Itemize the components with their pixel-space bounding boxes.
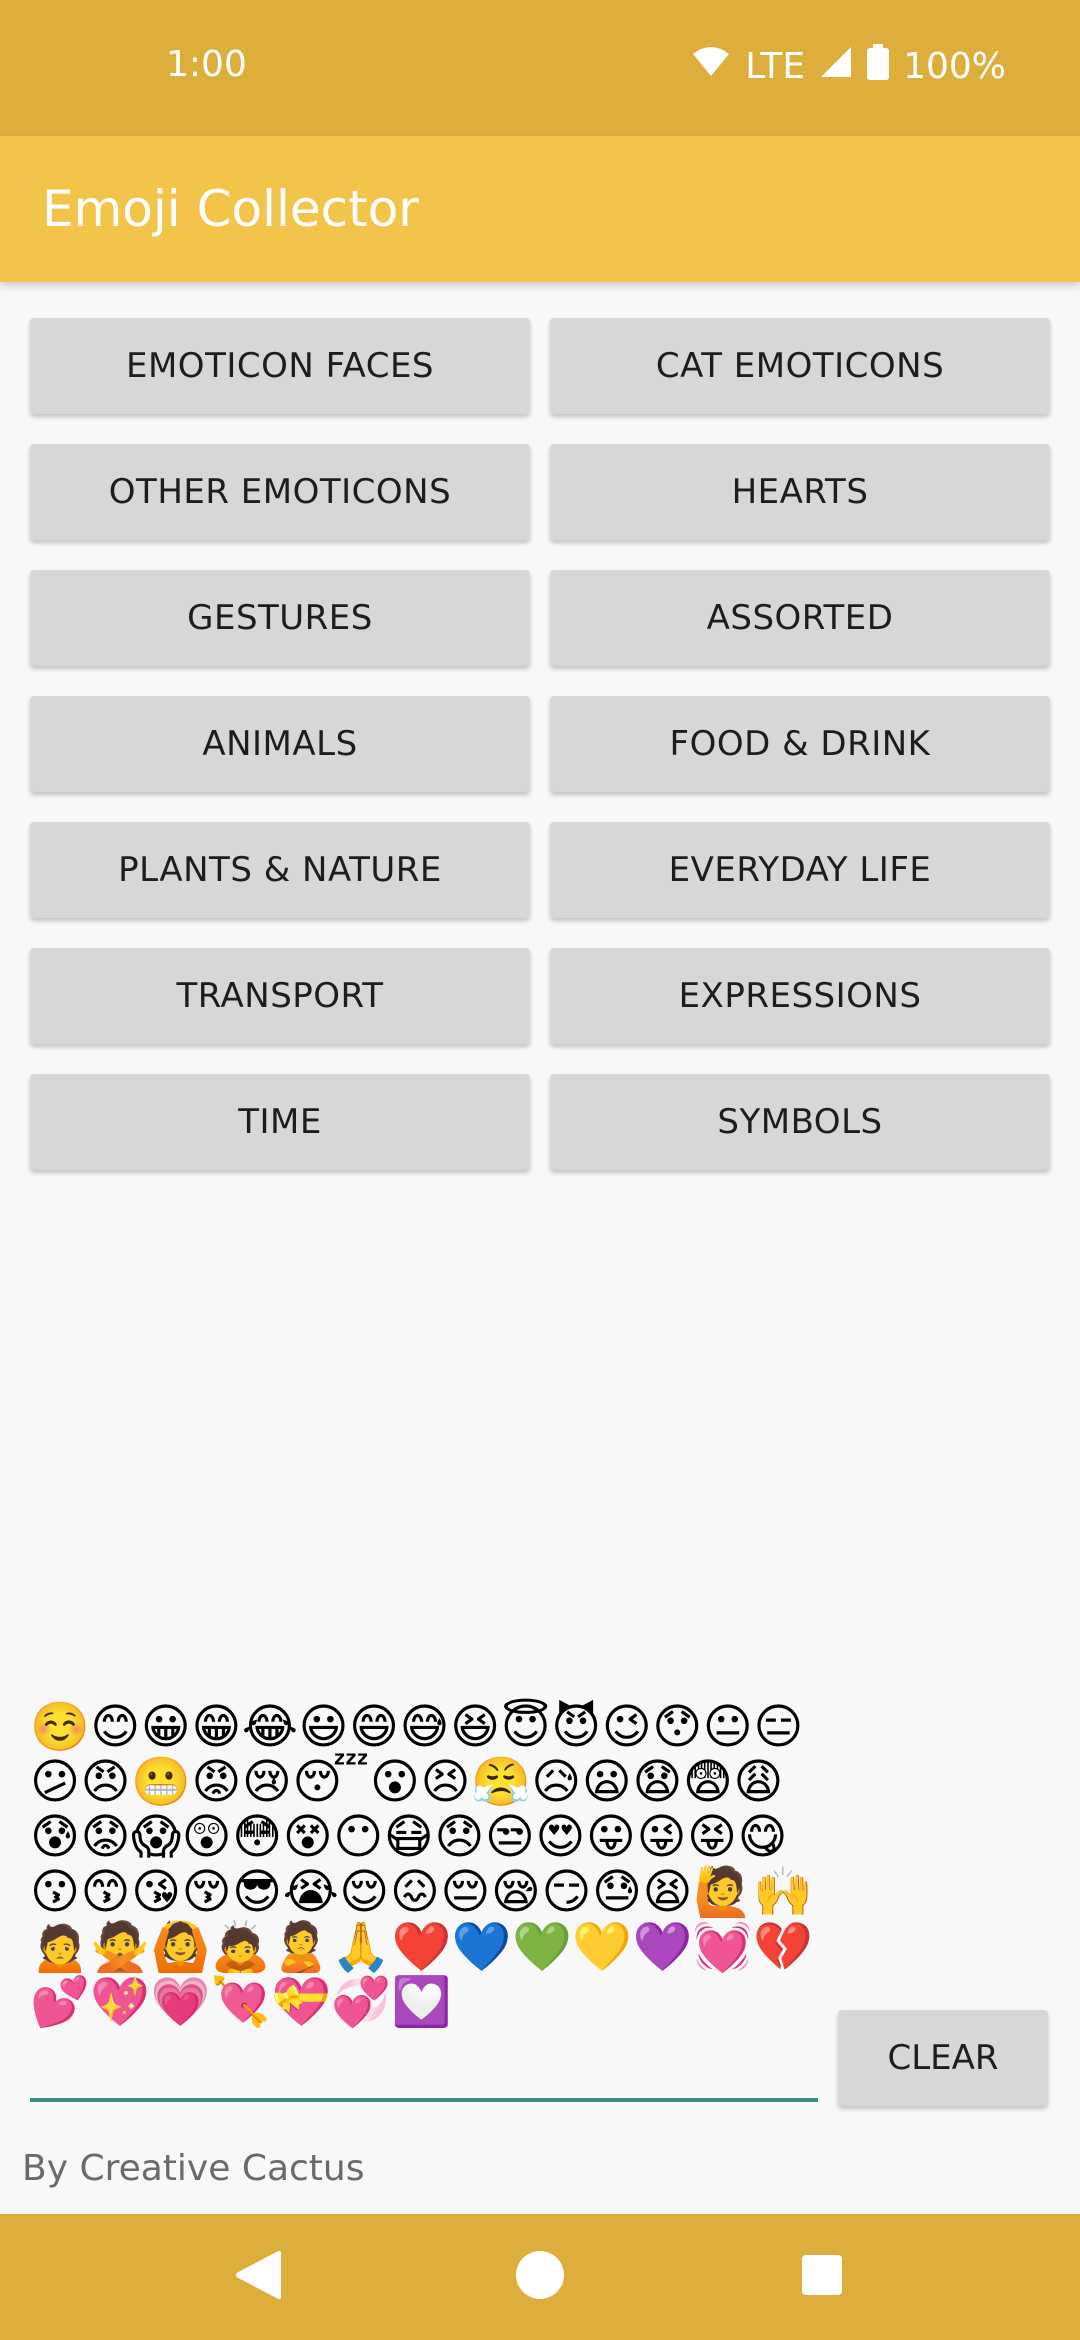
category-grid: EMOTICON FACES CAT EMOTICONS OTHER EMOTI… <box>30 318 1050 1170</box>
emoji-text: ☺️😊😀😁😂😃😄😅😆😇😈😉😯😐😑😕😠😬😡😢😴😮😣😤😥😦😧😨😩😰😟😱😲😳😵😶😷😞😒… <box>30 1699 814 2030</box>
recents-icon[interactable] <box>801 2254 843 2300</box>
category-button-time[interactable]: TIME <box>30 1074 530 1170</box>
clear-button[interactable]: CLEAR <box>838 2010 1048 2106</box>
category-button-other-emoticons[interactable]: OTHER EMOTICONS <box>30 444 530 540</box>
category-button-everyday-life[interactable]: EVERYDAY LIFE <box>550 822 1050 918</box>
navigation-bar <box>0 2214 1080 2340</box>
battery-icon <box>867 44 890 89</box>
category-button-hearts[interactable]: HEARTS <box>550 444 1050 540</box>
field-underline <box>30 2098 818 2102</box>
app-bar: Emoji Collector <box>0 136 1080 282</box>
status-bar: 1:00 LTE 100% <box>0 0 1080 136</box>
category-button-expressions[interactable]: EXPRESSIONS <box>550 948 1050 1044</box>
home-icon[interactable] <box>514 2249 566 2305</box>
back-icon[interactable] <box>235 2250 282 2304</box>
signal-icon <box>819 45 853 88</box>
category-button-symbols[interactable]: SYMBOLS <box>550 1074 1050 1170</box>
category-button-emoticon-faces[interactable]: EMOTICON FACES <box>30 318 530 414</box>
category-button-animals[interactable]: ANIMALS <box>30 696 530 792</box>
wifi-icon <box>691 46 731 87</box>
credit-text: By Creative Cactus <box>22 2148 365 2189</box>
category-button-plants-nature[interactable]: PLANTS & NATURE <box>30 822 530 918</box>
battery-level: 100% <box>903 46 1006 87</box>
category-button-transport[interactable]: TRANSPORT <box>30 948 530 1044</box>
app-title: Emoji Collector <box>42 180 419 238</box>
status-time: 1:00 <box>166 44 247 85</box>
network-label: LTE <box>745 46 806 87</box>
category-button-assorted[interactable]: ASSORTED <box>550 570 1050 666</box>
status-icons: LTE 100% <box>691 44 1006 89</box>
category-button-food-drink[interactable]: FOOD & DRINK <box>550 696 1050 792</box>
category-button-gestures[interactable]: GESTURES <box>30 570 530 666</box>
category-button-cat-emoticons[interactable]: CAT EMOTICONS <box>550 318 1050 414</box>
emoji-text-field[interactable]: ☺️😊😀😁😂😃😄😅😆😇😈😉😯😐😑😕😠😬😡😢😴😮😣😤😥😦😧😨😩😰😟😱😲😳😵😶😷😞😒… <box>30 1700 818 2102</box>
